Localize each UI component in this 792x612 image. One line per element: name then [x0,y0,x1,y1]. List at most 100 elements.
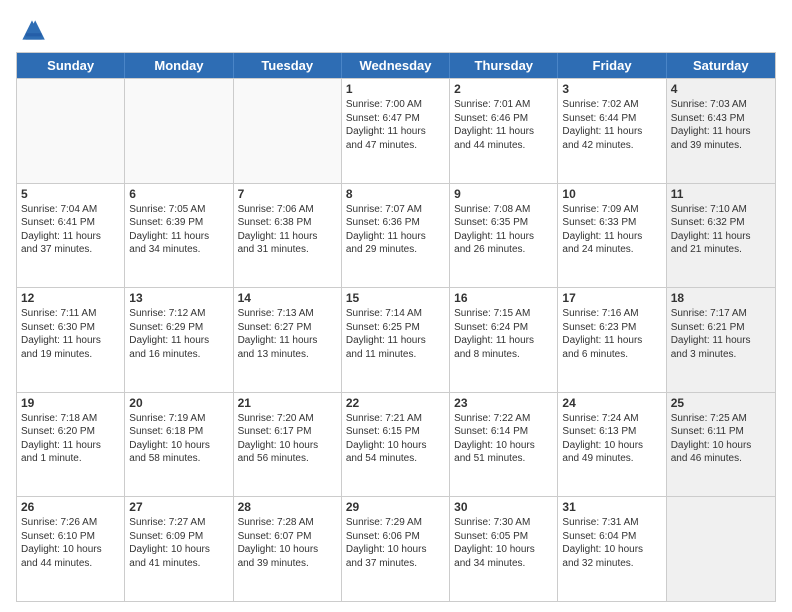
day-number: 23 [454,396,553,410]
page: SundayMondayTuesdayWednesdayThursdayFrid… [0,0,792,612]
day-number: 8 [346,187,445,201]
day-number: 11 [671,187,771,201]
header-day-thursday: Thursday [450,53,558,78]
empty-cell-r4c6 [667,497,775,601]
day-cell-25: 25 Sunrise: 7:25 AM Sunset: 6:11 PM Dayli… [667,393,775,497]
day-info: Sunrise: 7:07 AM Sunset: 6:36 PM Dayligh… [346,203,445,257]
day-number: 7 [238,187,337,201]
day-cell-29: 29 Sunrise: 7:29 AM Sunset: 6:06 PM Dayli… [342,497,450,601]
empty-cell-r0c2 [234,79,342,183]
day-info: Sunrise: 7:10 AM Sunset: 6:32 PM Dayligh… [671,203,771,257]
day-cell-6: 6 Sunrise: 7:05 AM Sunset: 6:39 PM Daylig… [125,184,233,288]
day-cell-12: 12Sunrise: 7:11 AM Sunset: 6:30 PM Dayli… [17,288,125,392]
day-info: Sunrise: 7:14 AM Sunset: 6:25 PM Dayligh… [346,307,445,361]
day-number: 3 [562,82,661,96]
day-number: 4 [671,82,771,96]
day-info: Sunrise: 7:29 AM Sunset: 6:06 PM Dayligh… [346,516,445,570]
header-day-monday: Monday [125,53,233,78]
day-info: Sunrise: 7:05 AM Sunset: 6:39 PM Dayligh… [129,203,228,257]
calendar-header-row: SundayMondayTuesdayWednesdayThursdayFrid… [17,53,775,78]
empty-cell-r0c0 [17,79,125,183]
day-info: Sunrise: 7:04 AM Sunset: 6:41 PM Dayligh… [21,203,120,257]
day-cell-14: 14 Sunrise: 7:13 AM Sunset: 6:27 PM Dayli… [234,288,342,392]
day-cell-20: 20Sunrise: 7:19 AM Sunset: 6:18 PM Dayli… [125,393,233,497]
day-number: 25 [671,396,771,410]
day-info: Sunrise: 7:06 AM Sunset: 6:38 PM Dayligh… [238,203,337,257]
day-cell-1: 1 Sunrise: 7:00 AM Sunset: 6:47 PM Daylig… [342,79,450,183]
day-info: Sunrise: 7:17 AM Sunset: 6:21 PM Dayligh… [671,307,771,361]
day-info: Sunrise: 7:02 AM Sunset: 6:44 PM Dayligh… [562,98,661,152]
header-day-tuesday: Tuesday [234,53,342,78]
day-number: 18 [671,291,771,305]
day-cell-30: 30 Sunrise: 7:30 AM Sunset: 6:05 PM Dayli… [450,497,558,601]
day-cell-9: 9 Sunrise: 7:08 AM Sunset: 6:35 PM Daylig… [450,184,558,288]
day-info: Sunrise: 7:27 AM Sunset: 6:09 PM Dayligh… [129,516,228,570]
day-info: Sunrise: 7:12 AM Sunset: 6:29 PM Dayligh… [129,307,228,361]
day-number: 6 [129,187,228,201]
day-info: Sunrise: 7:31 AM Sunset: 6:04 PM Dayligh… [562,516,661,570]
day-cell-22: 22 Sunrise: 7:21 AM Sunset: 6:15 PM Dayli… [342,393,450,497]
day-info: Sunrise: 7:20 AM Sunset: 6:17 PM Dayligh… [238,412,337,466]
day-info: Sunrise: 7:13 AM Sunset: 6:27 PM Dayligh… [238,307,337,361]
day-info: Sunrise: 7:15 AM Sunset: 6:24 PM Dayligh… [454,307,553,361]
day-cell-16: 16 Sunrise: 7:15 AM Sunset: 6:24 PM Dayli… [450,288,558,392]
day-number: 27 [129,500,228,514]
day-cell-7: 7 Sunrise: 7:06 AM Sunset: 6:38 PM Daylig… [234,184,342,288]
day-info: Sunrise: 7:09 AM Sunset: 6:33 PM Dayligh… [562,203,661,257]
day-number: 5 [21,187,120,201]
day-number: 2 [454,82,553,96]
day-cell-28: 28 Sunrise: 7:28 AM Sunset: 6:07 PM Dayli… [234,497,342,601]
day-number: 26 [21,500,120,514]
day-cell-5: 5 Sunrise: 7:04 AM Sunset: 6:41 PM Daylig… [17,184,125,288]
day-info: Sunrise: 7:19 AM Sunset: 6:18 PM Dayligh… [129,412,228,466]
day-number: 24 [562,396,661,410]
day-number: 28 [238,500,337,514]
calendar: SundayMondayTuesdayWednesdayThursdayFrid… [16,52,776,602]
day-cell-17: 17Sunrise: 7:16 AM Sunset: 6:23 PM Dayli… [558,288,666,392]
day-info: Sunrise: 7:00 AM Sunset: 6:47 PM Dayligh… [346,98,445,152]
calendar-row-3: 19 Sunrise: 7:18 AM Sunset: 6:20 PM Dayli… [17,392,775,497]
day-number: 14 [238,291,337,305]
day-cell-15: 15Sunrise: 7:14 AM Sunset: 6:25 PM Dayli… [342,288,450,392]
day-info: Sunrise: 7:03 AM Sunset: 6:43 PM Dayligh… [671,98,771,152]
day-info: Sunrise: 7:18 AM Sunset: 6:20 PM Dayligh… [21,412,120,466]
day-info: Sunrise: 7:22 AM Sunset: 6:14 PM Dayligh… [454,412,553,466]
day-cell-8: 8 Sunrise: 7:07 AM Sunset: 6:36 PM Daylig… [342,184,450,288]
day-cell-21: 21 Sunrise: 7:20 AM Sunset: 6:17 PM Dayli… [234,393,342,497]
day-number: 9 [454,187,553,201]
header-day-saturday: Saturday [667,53,775,78]
day-info: Sunrise: 7:24 AM Sunset: 6:13 PM Dayligh… [562,412,661,466]
day-number: 31 [562,500,661,514]
calendar-row-2: 12Sunrise: 7:11 AM Sunset: 6:30 PM Dayli… [17,287,775,392]
day-number: 21 [238,396,337,410]
logo [16,14,52,46]
day-cell-23: 23 Sunrise: 7:22 AM Sunset: 6:14 PM Dayli… [450,393,558,497]
day-cell-19: 19 Sunrise: 7:18 AM Sunset: 6:20 PM Dayli… [17,393,125,497]
day-number: 1 [346,82,445,96]
calendar-row-0: 1 Sunrise: 7:00 AM Sunset: 6:47 PM Daylig… [17,78,775,183]
day-number: 13 [129,291,228,305]
day-info: Sunrise: 7:21 AM Sunset: 6:15 PM Dayligh… [346,412,445,466]
calendar-row-1: 5 Sunrise: 7:04 AM Sunset: 6:41 PM Daylig… [17,183,775,288]
day-cell-2: 2Sunrise: 7:01 AM Sunset: 6:46 PM Daylig… [450,79,558,183]
day-number: 30 [454,500,553,514]
day-number: 10 [562,187,661,201]
day-number: 19 [21,396,120,410]
day-cell-4: 4 Sunrise: 7:03 AM Sunset: 6:43 PM Daylig… [667,79,775,183]
day-info: Sunrise: 7:08 AM Sunset: 6:35 PM Dayligh… [454,203,553,257]
day-cell-24: 24 Sunrise: 7:24 AM Sunset: 6:13 PM Dayli… [558,393,666,497]
day-number: 22 [346,396,445,410]
day-number: 29 [346,500,445,514]
day-number: 12 [21,291,120,305]
calendar-row-4: 26 Sunrise: 7:26 AM Sunset: 6:10 PM Dayli… [17,496,775,601]
empty-cell-r0c1 [125,79,233,183]
header-day-wednesday: Wednesday [342,53,450,78]
day-info: Sunrise: 7:26 AM Sunset: 6:10 PM Dayligh… [21,516,120,570]
day-info: Sunrise: 7:16 AM Sunset: 6:23 PM Dayligh… [562,307,661,361]
day-cell-31: 31 Sunrise: 7:31 AM Sunset: 6:04 PM Dayli… [558,497,666,601]
day-info: Sunrise: 7:25 AM Sunset: 6:11 PM Dayligh… [671,412,771,466]
header-day-friday: Friday [558,53,666,78]
day-number: 16 [454,291,553,305]
day-info: Sunrise: 7:30 AM Sunset: 6:05 PM Dayligh… [454,516,553,570]
day-info: Sunrise: 7:28 AM Sunset: 6:07 PM Dayligh… [238,516,337,570]
